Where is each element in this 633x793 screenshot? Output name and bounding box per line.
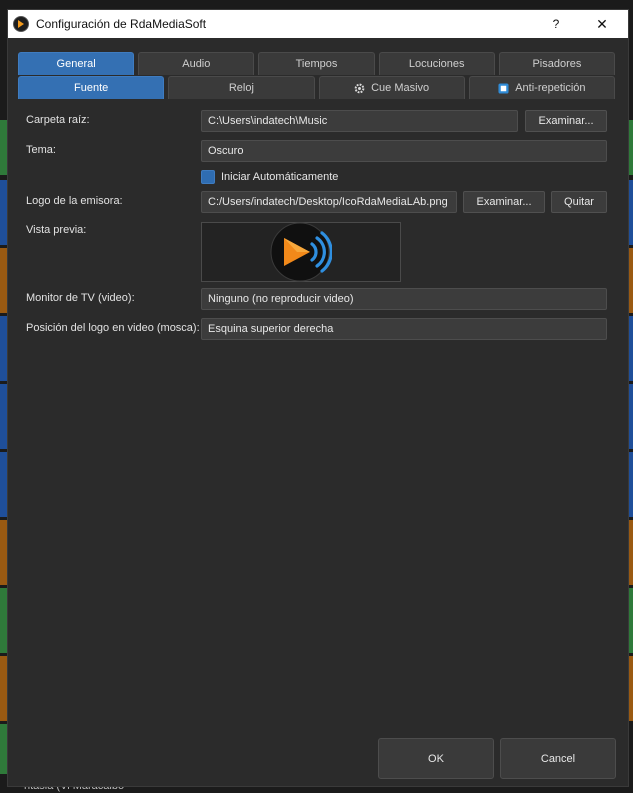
tab-pisadores[interactable]: Pisadores <box>498 52 616 75</box>
tab-label: Fuente <box>74 82 109 94</box>
tab-anti-repeticion[interactable]: Anti-repetición <box>468 76 615 99</box>
tab-label: Locuciones <box>408 58 465 70</box>
tab-cue-masivo[interactable]: Cue Masivo <box>318 76 465 99</box>
tab-label: Anti-repetición <box>515 82 586 94</box>
tab-audio[interactable]: Audio <box>138 52 255 75</box>
logo-preview <box>201 222 401 282</box>
station-logo-label: Logo de la emisora: <box>26 195 123 207</box>
title-bar: Configuración de RdaMediaSoft ? ✕ <box>8 10 628 38</box>
ok-button[interactable]: OK <box>378 738 494 779</box>
browse-root-folder-button[interactable]: Examinar... <box>525 110 607 132</box>
tab-general[interactable]: General <box>18 52 135 75</box>
autostart-label: Iniciar Automáticamente <box>221 171 339 183</box>
autostart-option[interactable]: Iniciar Automáticamente <box>201 170 338 184</box>
tab-locuciones[interactable]: Locuciones <box>378 52 495 75</box>
autostart-checkbox[interactable] <box>201 170 215 184</box>
tab-row-secondary: Fuente Reloj Cue Masivo Anti-repetición <box>18 76 615 99</box>
settings-dialog: Configuración de RdaMediaSoft ? ✕ Genera… <box>7 9 629 787</box>
tab-label: Cue Masivo <box>371 82 430 94</box>
gear-icon <box>354 83 365 94</box>
tab-label: Tiempos <box>295 58 338 70</box>
tab-label: Audio <box>182 58 211 70</box>
station-logo-field[interactable]: C:/Users/indatech/Desktop/IcoRdaMediaLAb… <box>201 191 457 213</box>
tv-monitor-label: Monitor de TV (video): <box>26 292 135 304</box>
station-logo-row: Logo de la emisora: C:/Users/indatech/De… <box>26 191 610 213</box>
app-logo-icon <box>13 16 29 32</box>
logo-position-label: Posición del logo en video (mosca): <box>26 322 200 334</box>
tab-label: Pisadores <box>532 58 582 70</box>
tab-reloj[interactable]: Reloj <box>168 76 315 99</box>
preview-label: Vista previa: <box>26 224 87 236</box>
browse-logo-button[interactable]: Examinar... <box>463 191 545 213</box>
close-button[interactable]: ✕ <box>580 10 624 38</box>
cancel-button[interactable]: Cancel <box>500 738 616 779</box>
tab-tiempos[interactable]: Tiempos <box>258 52 375 75</box>
theme-select[interactable]: Oscuro <box>201 140 607 162</box>
help-button[interactable]: ? <box>534 10 578 38</box>
station-logo-image <box>270 222 332 282</box>
tab-fuente[interactable]: Fuente <box>18 76 165 99</box>
root-folder-row: Carpeta raíz: C:\Users\indatech\Music Ex… <box>26 110 610 132</box>
window-title: Configuración de RdaMediaSoft <box>36 17 207 31</box>
tab-label: Reloj <box>228 82 254 94</box>
tv-monitor-select[interactable]: Ninguno (no reproducir video) <box>201 288 607 310</box>
tab-row-primary: General Audio Tiempos Locuciones Pisador… <box>18 52 616 75</box>
theme-row: Tema: Oscuro <box>26 140 610 162</box>
root-folder-field[interactable]: C:\Users\indatech\Music <box>201 110 518 132</box>
logo-position-row: Posición del logo en video (mosca): Esqu… <box>26 318 610 340</box>
tv-monitor-row: Monitor de TV (video): Ninguno (no repro… <box>26 288 610 310</box>
root-folder-label: Carpeta raíz: <box>26 114 90 126</box>
theme-label: Tema: <box>26 144 56 156</box>
logo-position-select[interactable]: Esquina superior derecha <box>201 318 607 340</box>
remove-logo-button[interactable]: Quitar <box>551 191 607 213</box>
tab-label: General <box>56 58 96 70</box>
badge-icon <box>498 82 509 94</box>
